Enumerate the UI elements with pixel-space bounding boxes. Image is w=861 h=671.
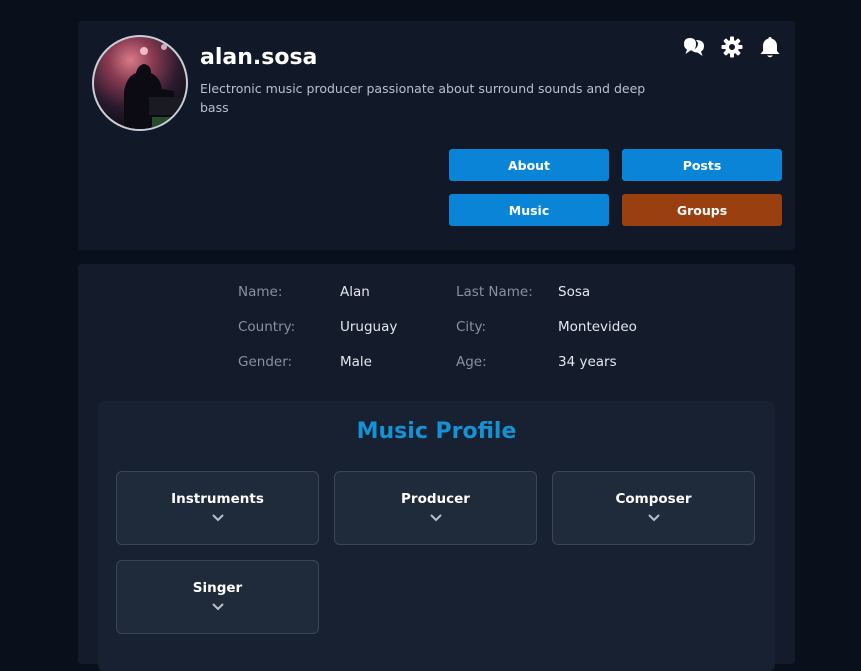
name-label: Name: xyxy=(238,284,283,300)
gender-label: Gender: xyxy=(238,354,293,370)
producer-label: Producer xyxy=(401,491,470,507)
last-name-value: Sosa xyxy=(558,284,591,300)
gear-icon[interactable] xyxy=(719,34,745,60)
country-value: Uruguay xyxy=(340,319,398,335)
last-name-label: Last Name: xyxy=(456,284,533,300)
profile-bio: Electronic music producer passionate abo… xyxy=(200,81,646,115)
music-profile-title: Music Profile xyxy=(356,419,517,444)
producer-dropdown[interactable]: Producer xyxy=(334,471,537,545)
avatar-photo xyxy=(124,44,183,129)
username: alan.sosa xyxy=(200,45,318,70)
country-label: Country: xyxy=(238,319,296,335)
groups-button[interactable]: Groups xyxy=(622,194,782,226)
gender-value: Male xyxy=(340,354,372,370)
age-label: Age: xyxy=(456,354,487,370)
avatar[interactable] xyxy=(92,35,188,131)
music-profile-section: Music Profile Instruments Producer Compo… xyxy=(98,401,775,671)
instruments-dropdown[interactable]: Instruments xyxy=(116,471,319,545)
music-button[interactable]: Music xyxy=(449,194,609,226)
chevron-down-icon xyxy=(647,514,660,522)
singer-dropdown[interactable]: Singer xyxy=(116,560,319,634)
composer-label: Composer xyxy=(615,491,692,507)
chat-bubbles-icon[interactable] xyxy=(681,34,707,60)
city-value: Montevideo xyxy=(558,319,637,335)
instruments-label: Instruments xyxy=(171,491,264,507)
city-label: City: xyxy=(456,319,487,335)
name-value: Alan xyxy=(340,284,370,300)
singer-label: Singer xyxy=(192,580,243,596)
age-value: 34 years xyxy=(558,354,617,370)
header-actions xyxy=(681,34,783,60)
posts-button[interactable]: Posts xyxy=(622,149,782,181)
profile-header: alan.sosa Electronic music producer pass… xyxy=(78,21,795,250)
chevron-down-icon xyxy=(211,603,224,611)
chevron-down-icon xyxy=(429,514,442,522)
chevron-down-icon xyxy=(211,514,224,522)
bell-icon[interactable] xyxy=(757,34,783,60)
composer-dropdown[interactable]: Composer xyxy=(552,471,755,545)
profile-info-card: Name: Alan Last Name: Sosa Country: Urug… xyxy=(78,264,795,671)
about-button[interactable]: About xyxy=(449,149,609,181)
